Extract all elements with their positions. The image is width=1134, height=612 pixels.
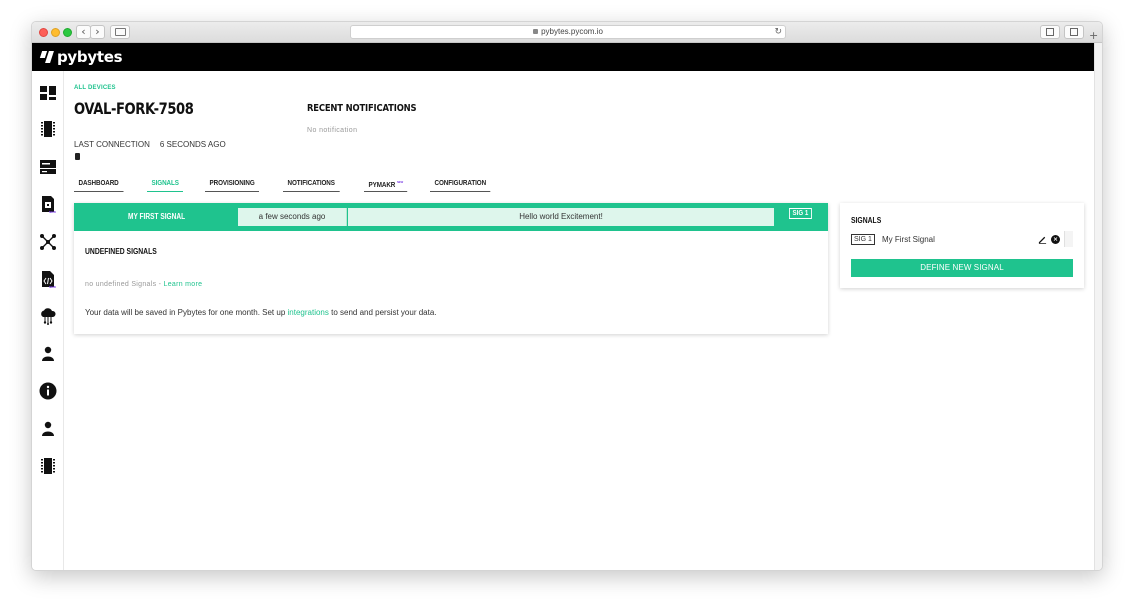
tab-overview-button[interactable] [1064,25,1084,39]
close-window-button[interactable] [39,28,48,37]
recent-notifications-empty: No notification [307,127,358,134]
device-name: OVAL-FORK-7508 [74,99,194,118]
tab-notifications[interactable]: NOTIFICATIONS [283,180,340,192]
signals-panel-title: SIGNALS [851,216,882,225]
save-note: Your data will be saved in Pybytes for o… [85,308,437,317]
tab-notifications-label: NOTIFICATIONS [287,180,336,187]
signal-bar-message: Hello world Excitement! [348,208,774,226]
share-button[interactable] [1040,25,1060,39]
signal-row-name: My First Signal [882,235,935,244]
learn-more-link[interactable]: Learn more [164,281,203,288]
cloud-icon[interactable] [39,307,57,325]
chip-icon[interactable] [39,457,57,475]
tab-signals-label: SIGNALS [151,180,179,187]
main-content: ALL DEVICES OVAL-FORK-7508 LAST CONNECTI… [64,71,1094,570]
network-icon[interactable] [39,233,57,251]
signal-row[interactable]: SIG 1 My First Signal × [851,231,1073,247]
page-scrollbar[interactable] [1094,43,1102,570]
signal-bar[interactable]: MY FIRST SIGNAL a few seconds ago Hello … [74,203,828,231]
url-text: pybytes.pycom.io [541,27,603,36]
sim-card-new-badge: NEW [49,210,56,214]
info-icon[interactable] [39,382,57,400]
tab-dashboard-label: DASHBOARD [78,180,119,187]
tab-provisioning[interactable]: PROVISIONING [205,180,260,192]
undefined-signals-empty: no undefined Signals - Learn more [85,281,202,288]
recent-notifications-title: RECENT NOTIFICATIONS [307,103,417,114]
last-connection-label: LAST CONNECTION [74,140,150,149]
back-button[interactable]: ‹ [76,25,91,39]
forward-button[interactable]: › [90,25,105,39]
signals-panel: SIGNALS SIG 1 My First Signal × DEFINE N… [840,203,1084,288]
undefined-signals-empty-text: no undefined Signals - [85,281,162,288]
address-bar[interactable]: pybytes.pycom.io ↻ [350,25,786,39]
battery-icon [75,153,80,160]
reload-icon[interactable]: ↻ [774,26,782,38]
left-sidebar: NEW NEW [32,71,64,570]
tab-configuration-label: CONFIGURATION [434,180,487,187]
device-tabs: DASHBOARD SIGNALS PROVISIONING NOTIFICAT… [74,180,516,192]
signal-bar-time: a few seconds ago [238,208,347,226]
new-tab-button[interactable]: + [1089,29,1098,42]
undefined-signals-title: UNDEFINED SIGNALS [85,247,157,256]
browser-titlebar: ‹ › pybytes.pycom.io ↻ + [32,22,1102,43]
save-note-prefix: Your data will be saved in Pybytes for o… [85,308,286,317]
code-file-new-badge: NEW [49,285,56,289]
app-header: pybytes [32,43,1094,71]
tab-dashboard[interactable]: DASHBOARD [74,180,124,192]
tab-provisioning-label: PROVISIONING [209,180,255,187]
tab-configuration[interactable]: CONFIGURATION [430,180,491,192]
integrations-link[interactable]: integrations [288,308,329,317]
logo-text: pybytes [57,48,123,66]
device-chip-icon[interactable] [39,120,57,138]
pybytes-logo-mark-icon [39,51,54,63]
minimize-window-button[interactable] [51,28,60,37]
tabs-icon [1070,28,1078,36]
pymakr-new-badge: NEW [396,180,403,184]
sidebar-toggle-button[interactable] [110,25,130,39]
signal-card: MY FIRST SIGNAL a few seconds ago Hello … [74,203,828,334]
edit-icon[interactable] [1038,235,1047,244]
share-icon [1046,28,1054,36]
server-icon[interactable] [39,158,57,176]
delete-icon[interactable]: × [1051,235,1060,244]
signal-bar-name: MY FIRST SIGNAL [128,212,186,221]
define-new-signal-button[interactable]: DEFINE NEW SIGNAL [851,259,1073,277]
account-icon[interactable] [39,420,57,438]
maximize-window-button[interactable] [63,28,72,37]
signal-bar-badge: SIG 1 [789,208,812,219]
user-icon[interactable] [39,345,57,363]
tab-signals[interactable]: SIGNALS [146,180,183,192]
browser-window: ‹ › pybytes.pycom.io ↻ + pybytes NEW NEW… [31,21,1103,571]
signal-row-toggle[interactable] [1064,231,1073,247]
breadcrumb-all-devices[interactable]: ALL DEVICES [74,85,116,91]
dashboard-icon[interactable] [39,84,57,102]
lock-icon [533,29,539,34]
save-note-suffix: to send and persist your data. [331,308,437,317]
last-connection-value: 6 SECONDS AGO [159,140,226,149]
last-connection: LAST CONNECTION 6 SECONDS AGO [74,140,226,149]
tab-pymakr[interactable]: PYMAKR NEW [363,180,408,192]
signal-row-badge: SIG 1 [851,234,875,245]
sidebar-icon [114,28,126,36]
tab-pymakr-label: PYMAKR [368,182,396,189]
pybytes-logo[interactable]: pybytes [39,46,123,68]
